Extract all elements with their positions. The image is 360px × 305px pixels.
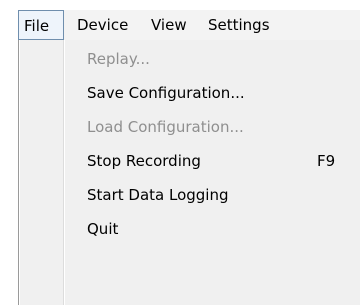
menu-view[interactable]: View: [151, 10, 187, 40]
menu-item-replay: Replay...: [19, 42, 360, 76]
file-dropdown-menu: Replay... Save Configuration... Load Con…: [18, 40, 360, 305]
menu-item-quit[interactable]: Quit: [19, 212, 360, 246]
menu-device[interactable]: Device: [77, 10, 128, 40]
menu-item-label: Quit: [87, 220, 119, 238]
menu-item-label: Stop Recording: [87, 152, 201, 170]
menu-bar: File Device View Settings: [18, 10, 360, 41]
menu-item-load-configuration: Load Configuration...: [19, 110, 360, 144]
menu-item-label: Start Data Logging: [87, 186, 229, 204]
menu-item-start-data-logging[interactable]: Start Data Logging: [19, 178, 360, 212]
menu-item-label: Save Configuration...: [87, 84, 245, 102]
application-window: File Device View Settings Replay... Save…: [0, 0, 360, 305]
menu-item-save-configuration[interactable]: Save Configuration...: [19, 76, 360, 110]
menu-file[interactable]: File: [18, 10, 64, 40]
menu-item-label: Replay...: [87, 50, 150, 68]
menu-settings[interactable]: Settings: [208, 10, 270, 40]
menu-item-shortcut: F9: [317, 152, 336, 170]
menu-item-stop-recording[interactable]: Stop Recording F9: [19, 144, 360, 178]
menu-item-label: Load Configuration...: [87, 118, 244, 136]
